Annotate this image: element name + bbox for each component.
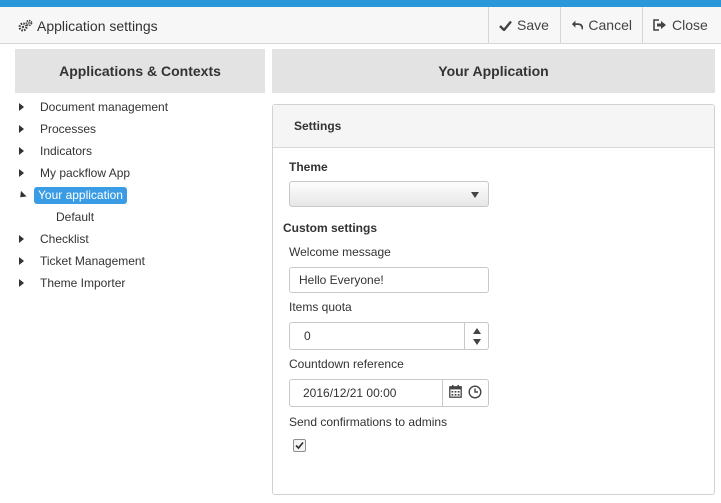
cancel-label: Cancel [588,17,632,33]
tree-item-label: Processes [40,122,97,136]
caret-right-icon[interactable] [19,279,24,287]
header-bar: Application settings Save Cancel Close [0,7,721,44]
custom-settings-label: Custom settings [283,221,378,235]
tree-item-label: My packflow App [40,166,131,180]
send-confirmations-checkbox[interactable] [293,439,306,452]
close-button[interactable]: Close [642,7,721,43]
tree-item-label: Theme Importer [40,276,126,290]
tree-item-label-selected: Your application [34,187,127,204]
caret-up-icon[interactable] [473,328,481,334]
theme-select[interactable] [289,181,489,207]
theme-label: Theme [289,160,328,174]
save-label: Save [517,17,549,33]
items-quota-stepper[interactable] [465,322,489,350]
tree-item-indicators[interactable]: Indicators [15,140,265,162]
applications-tree: Document management Processes Indicators… [15,93,265,294]
welcome-message-label: Welcome message [289,245,391,259]
check-icon [295,441,304,450]
send-confirmations-label: Send confirmations to admins [289,415,448,429]
undo-icon [571,20,584,30]
toolbar: Save Cancel Close [488,7,721,43]
tree-item-my-packflow-app[interactable]: My packflow App [15,162,265,184]
welcome-message-input[interactable]: Hello Everyone! [289,267,489,293]
tree-item-processes[interactable]: Processes [15,118,265,140]
top-accent-bar [0,0,721,7]
tree-item-document-management[interactable]: Document management [15,96,265,118]
caret-right-icon[interactable] [19,147,24,155]
countdown-reference-label: Countdown reference [289,357,404,371]
items-quota-label: Items quota [289,300,352,314]
tree-item-checklist[interactable]: Checklist [15,228,265,250]
tree-item-default[interactable]: Default [15,206,265,228]
tree-item-your-application[interactable]: Your application [15,184,265,206]
tree-item-label: Indicators [40,144,93,158]
caret-right-icon[interactable] [19,257,24,265]
chevron-down-icon [471,192,479,198]
tree-item-label: Default [56,210,95,224]
items-quota-input[interactable]: 0 [289,322,465,350]
caret-down-icon[interactable] [17,190,27,201]
calendar-icon[interactable] [449,385,462,401]
header-title: Application settings [18,17,158,35]
settings-panel: Settings Theme Custom settings Welcome m… [272,104,715,495]
header-title-text: Application settings [37,18,158,34]
caret-down-icon[interactable] [473,339,481,345]
datetime-picker-addon [443,379,489,407]
tree-item-label: Document management [40,100,169,114]
tree-item-label: Ticket Management [40,254,145,268]
app-window: Application settings Save Cancel Close A… [0,0,721,503]
caret-right-icon[interactable] [19,169,24,177]
tree-item-label: Checklist [40,232,89,246]
caret-right-icon[interactable] [19,103,24,111]
tree-item-theme-importer[interactable]: Theme Importer [15,272,265,294]
cancel-button[interactable]: Cancel [560,7,642,43]
settings-panel-title: Settings [273,105,714,148]
caret-right-icon[interactable] [19,235,24,243]
close-label: Close [672,17,708,33]
sign-out-icon [653,19,666,31]
clock-icon[interactable] [468,384,482,402]
check-icon [499,20,512,31]
caret-right-icon[interactable] [19,125,24,133]
save-button[interactable]: Save [488,7,560,43]
your-application-title: Your Application [272,49,715,93]
applications-panel: Applications & Contexts Document managem… [15,49,265,294]
countdown-reference-input[interactable]: 2016/12/21 00:00 [289,379,443,407]
gears-icon [18,19,33,33]
tree-item-ticket-management[interactable]: Ticket Management [15,250,265,272]
applications-panel-title: Applications & Contexts [15,49,265,93]
